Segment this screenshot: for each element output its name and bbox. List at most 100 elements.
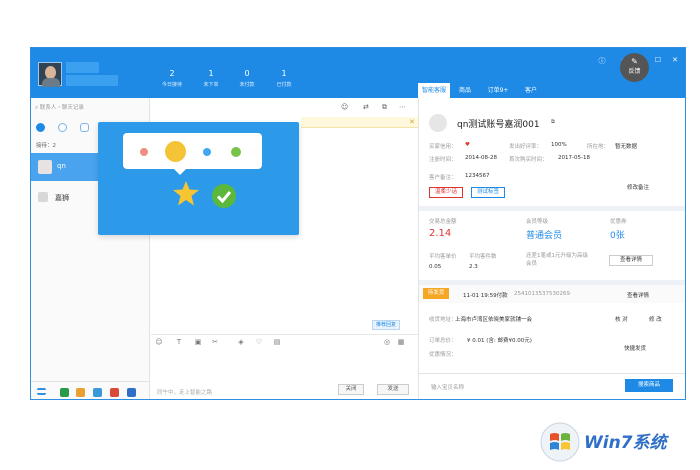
user-status-redacted [66, 75, 118, 86]
heart-icon[interactable]: ♡ [255, 338, 263, 346]
stat-no-order[interactable]: 1 未下单 [194, 69, 228, 88]
user-avatar[interactable] [38, 62, 62, 87]
screenshot-icon[interactable]: ✂ [211, 338, 219, 346]
member-level-label: 会员等级 [526, 219, 549, 225]
help-icon[interactable]: ⓘ [597, 56, 607, 66]
history-icon[interactable] [58, 123, 67, 132]
credit-label: 买家信用： [429, 144, 457, 150]
remark-label: 客户备注： [429, 175, 457, 181]
avatar [38, 160, 52, 174]
search-product-button[interactable]: 搜索商品 [625, 379, 673, 392]
stat-number: 1 [281, 69, 287, 78]
first-buy-value: 2017-05-18 [558, 155, 590, 161]
maximize-icon[interactable]: ☐ [653, 56, 663, 66]
tab-customer[interactable]: 客户 [520, 83, 542, 98]
customer-account: qn测试账号嘉润001 [457, 120, 540, 130]
section-divider [419, 206, 685, 211]
remark-value: 1234567 [465, 173, 490, 179]
stat-label: 今日接待 [161, 82, 182, 88]
product-search-input[interactable]: 输入宝贝名称 [431, 383, 464, 391]
trade-total-value: 2.14 [429, 228, 452, 239]
close-button[interactable]: 关闭 [338, 384, 364, 395]
left-bottom-toolbar [31, 381, 150, 399]
windows-logo-icon [540, 422, 580, 462]
menu-icon[interactable] [37, 388, 46, 395]
chat-toolbar: ☺ ⇄ ⧉ ⋯ [341, 103, 416, 114]
file-icon[interactable]: ▤ [273, 338, 281, 346]
quick-reply-icon[interactable]: ▦ [397, 338, 405, 346]
feedback-button[interactable]: ✎ 反馈 [620, 53, 649, 82]
order-total-value: ¥ 0.01 (含: 邮费¥0.00元) [467, 338, 532, 344]
divider [419, 373, 685, 374]
copy-icon[interactable]: ⧉ [551, 119, 555, 126]
customer-tag[interactable]: 测试标签 [471, 187, 505, 198]
stat-number: 0 [244, 69, 250, 78]
emoji-reply-icon[interactable]: ☺ [341, 103, 348, 111]
customer-avatar [429, 114, 447, 132]
contact-search-input[interactable]: ⌕ 联系人・聊天记录 [35, 103, 145, 114]
stat-today-reception[interactable]: 2 今日接待 [155, 69, 189, 88]
edit-icon: ✎ [631, 57, 638, 66]
address-label: 收货地址： [429, 317, 457, 323]
image-icon[interactable]: ▣ [194, 338, 202, 346]
queue-count: 接待：2 [36, 143, 56, 149]
font-icon[interactable]: T [175, 338, 183, 346]
close-icon[interactable]: ✕ [409, 118, 415, 126]
contact-name: 嘉狮 [55, 194, 69, 202]
plugin-icon[interactable] [60, 388, 69, 397]
input-toolbar: ☺ T ▣ ✂ ◈ ♡ ▤ ◎ ▦ [151, 334, 418, 348]
right-tabs: 智能客服 商品 订单9+ 客户 [418, 83, 685, 98]
stat-paid[interactable]: 1 已付款 [267, 69, 301, 88]
stat-number: 1 [208, 69, 214, 78]
user-name-redacted [66, 62, 99, 73]
discount-label: 优惠情况： [429, 352, 457, 358]
message-input[interactable]: 同午中，走上智能之路 [157, 388, 212, 396]
people-icon[interactable] [80, 123, 89, 132]
quick-ship-button[interactable]: 快捷发货 [624, 344, 646, 352]
bubble-tail [174, 169, 186, 175]
upgrade-hint: 还差1笔或1元升级为高级会员 [526, 253, 588, 267]
more-icon[interactable]: ⋯ [399, 103, 406, 111]
plugin-icon[interactable] [127, 388, 136, 397]
stat-unpaid[interactable]: 0 未付款 [230, 69, 264, 88]
screenshot-icon[interactable]: ⧉ [382, 103, 387, 112]
transfer-icon[interactable]: ⇄ [363, 103, 369, 111]
send-button[interactable]: 发送 [377, 384, 409, 395]
close-icon[interactable]: ✕ [670, 56, 680, 66]
contact-name: qn [57, 162, 66, 170]
order-detail-button[interactable]: 查看详情 [627, 291, 649, 299]
plugin-icon[interactable] [110, 388, 119, 397]
star-icon [173, 181, 199, 206]
coupon-label: 优惠券 [610, 219, 627, 225]
modify-address-button[interactable]: 修 改 [649, 315, 662, 323]
smart-icon[interactable]: ◎ [383, 338, 391, 346]
good-rate-label: 发出好评率： [509, 144, 543, 150]
stat-label: 未付款 [239, 82, 255, 88]
tab-order[interactable]: 订单9+ [482, 83, 514, 98]
stat-label: 未下单 [203, 82, 219, 88]
stat-number: 2 [169, 69, 175, 78]
rating-popup [98, 122, 299, 235]
emoji-icon[interactable]: ☺ [155, 338, 163, 346]
trade-detail-button[interactable]: 查看详情 [609, 255, 653, 266]
first-buy-label: 首次购买时间： [509, 157, 548, 163]
tab-smart-service[interactable]: 智能客服 [418, 83, 450, 98]
chat-icon[interactable] [36, 123, 45, 132]
recommend-reply-button[interactable]: 推荐回复 [372, 320, 401, 330]
good-rate-value: 100% [551, 142, 567, 148]
address-value: 上海市卢湾区依晓美家就铺一会 [455, 317, 533, 323]
feedback-label: 反馈 [628, 68, 641, 75]
dot-icon [231, 147, 241, 157]
avg-items-value: 2.3 [469, 264, 478, 270]
dot-icon [203, 148, 211, 156]
plugin-icon[interactable] [93, 388, 102, 397]
modify-remark-button[interactable]: 修改备注 [627, 183, 649, 191]
verify-address-button[interactable]: 核 对 [615, 315, 628, 323]
customer-tag[interactable]: 温柔少话 [429, 187, 463, 198]
order-number: 2541013537530269 [514, 291, 570, 297]
member-level-value: 普通会员 [526, 231, 563, 241]
plugin-icon[interactable] [76, 388, 85, 397]
gift-icon[interactable]: ◈ [237, 338, 245, 346]
tab-product[interactable]: 商品 [454, 83, 476, 98]
rating-bubble [123, 133, 262, 169]
